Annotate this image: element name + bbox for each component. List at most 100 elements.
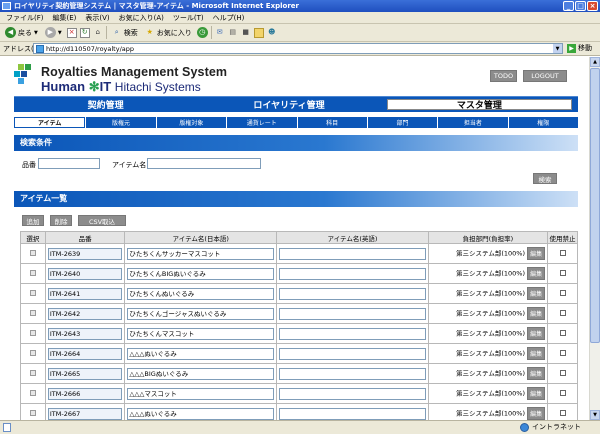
edit-dept-button[interactable]: 編集 (527, 347, 546, 360)
item-name-en-input[interactable] (279, 367, 426, 380)
edit-dept-button[interactable]: 編集 (527, 267, 546, 280)
disabled-checkbox[interactable] (559, 349, 566, 356)
row-dept-cell: 第三システム部(100%) 編集 (427, 303, 549, 324)
edit-icon[interactable]: ■ (241, 28, 251, 38)
print-icon[interactable]: ▤ (228, 28, 238, 38)
disabled-checkbox[interactable] (559, 269, 566, 276)
scroll-up-icon[interactable]: ▲ (590, 57, 600, 67)
home-icon[interactable]: ⌂ (93, 28, 103, 38)
code-search-input[interactable] (38, 158, 100, 169)
close-button[interactable]: × (587, 1, 598, 11)
disabled-checkbox[interactable] (559, 329, 566, 336)
row-dept-cell: 第三システム部(100%) 編集 (427, 403, 549, 420)
row-select-checkbox[interactable] (29, 389, 36, 396)
logout-button[interactable]: LOGOUT (523, 70, 567, 82)
back-button[interactable]: ◀ 戻る ▼ (3, 26, 40, 40)
row-select-checkbox[interactable] (29, 309, 36, 316)
disabled-checkbox[interactable] (559, 249, 566, 256)
subtab-permission[interactable]: 権限 (508, 117, 578, 128)
scroll-down-icon[interactable]: ▼ (590, 410, 600, 420)
row-select-checkbox[interactable] (29, 349, 36, 356)
row-name-en-cell (276, 243, 429, 264)
stop-icon[interactable]: × (66, 27, 77, 38)
row-select-checkbox[interactable] (29, 409, 36, 416)
tab-royalty[interactable]: ロイヤリティ管理 (197, 97, 380, 112)
edit-dept-button[interactable]: 編集 (527, 327, 546, 340)
item-name-ja-input[interactable]: ひたちくんぬいぐるみ (127, 287, 275, 300)
delete-button[interactable]: 削除 (50, 215, 72, 226)
menu-help[interactable]: ヘルプ(H) (213, 13, 245, 23)
menu-view[interactable]: 表示(V) (85, 13, 109, 23)
row-select-checkbox[interactable] (29, 269, 36, 276)
subtab-currency-rate[interactable]: 通貨レート (227, 117, 297, 128)
tab-master[interactable]: マスタ管理 (386, 99, 572, 111)
add-button[interactable]: 追加 (22, 215, 44, 226)
csv-import-button[interactable]: CSV取込 (78, 215, 126, 226)
forward-button[interactable]: ▶ ▼ (43, 26, 64, 40)
refresh-icon[interactable]: ↻ (79, 27, 90, 38)
row-select-checkbox[interactable] (29, 329, 36, 336)
item-name-ja-input[interactable]: ひたちくんBIGぬいぐるみ (127, 267, 275, 280)
disabled-checkbox[interactable] (559, 309, 566, 316)
edit-dept-button[interactable]: 編集 (527, 387, 546, 400)
subtab-item[interactable]: アイテム (14, 117, 86, 128)
edit-dept-button[interactable]: 編集 (527, 307, 546, 320)
row-name-en-cell (276, 283, 429, 304)
row-select-checkbox[interactable] (29, 249, 36, 256)
mail-icon[interactable]: ✉ (215, 28, 225, 38)
row-name-ja-cell: ひたちくんぬいぐるみ (124, 283, 278, 304)
menu-favorites[interactable]: お気に入り(A) (119, 13, 164, 23)
item-name-ja-input[interactable]: △△△ぬいぐるみ (127, 407, 275, 420)
item-name-en-input[interactable] (279, 287, 426, 300)
disabled-checkbox[interactable] (559, 389, 566, 396)
edit-dept-button[interactable]: 編集 (527, 367, 546, 380)
menu-edit[interactable]: 編集(E) (53, 13, 77, 23)
row-select-checkbox[interactable] (29, 369, 36, 376)
item-name-en-input[interactable] (279, 407, 426, 420)
item-name-search-input[interactable] (147, 158, 261, 169)
tab-contract[interactable]: 契約管理 (14, 97, 197, 112)
item-name-ja-input[interactable]: △△△BIGぬいぐるみ (127, 367, 275, 380)
disabled-checkbox[interactable] (559, 369, 566, 376)
subtab-account[interactable]: 科目 (297, 117, 367, 128)
item-name-ja-input[interactable]: ひたちくんマスコット (127, 327, 275, 340)
item-name-ja-input[interactable]: ひたちくんゴージャスぬいぐるみ (127, 307, 275, 320)
edit-dept-button[interactable]: 編集 (527, 407, 546, 420)
menu-tools[interactable]: ツール(T) (173, 13, 204, 23)
edit-dept-button[interactable]: 編集 (527, 287, 546, 300)
chevron-down-icon[interactable]: ▼ (553, 44, 562, 53)
menu-file[interactable]: ファイル(F) (6, 13, 44, 23)
item-name-en-input[interactable] (279, 307, 426, 320)
minimize-button[interactable]: _ (563, 1, 574, 11)
item-name-en-input[interactable] (279, 327, 426, 340)
address-input[interactable]: http://d110507/royalty/app ▼ (33, 43, 563, 54)
folder-icon[interactable] (253, 27, 264, 38)
item-name-ja-input[interactable]: △△△マスコット (127, 387, 275, 400)
todo-button[interactable]: TODO (490, 70, 517, 82)
item-name-en-input[interactable] (279, 387, 426, 400)
item-name-en-input[interactable] (279, 247, 426, 260)
search-button[interactable]: 検索 (533, 173, 557, 184)
item-code: ITM-2639 (47, 247, 123, 260)
item-name-ja-input[interactable]: △△△ぬいぐるみ (127, 347, 275, 360)
vertical-scrollbar[interactable]: ▲ ▼ (589, 57, 600, 420)
item-name-en-input[interactable] (279, 347, 426, 360)
subtab-staff[interactable]: 担当者 (438, 117, 508, 128)
star-icon: ★ (146, 28, 153, 36)
item-name-ja-input[interactable]: ひたちくんサッカーマスコット (127, 247, 275, 260)
item-name-en-input[interactable] (279, 267, 426, 280)
maximize-button[interactable]: □ (575, 1, 586, 11)
scroll-thumb[interactable] (590, 68, 600, 343)
row-select-checkbox[interactable] (29, 289, 36, 296)
go-button[interactable]: ▶ 移動 (567, 43, 592, 53)
disabled-checkbox[interactable] (559, 289, 566, 296)
messenger-icon[interactable]: ☻ (267, 28, 277, 38)
subtab-department[interactable]: 部門 (367, 117, 438, 128)
history-icon[interactable]: ◷ (196, 27, 208, 38)
subtab-licensor[interactable]: 版権元 (86, 117, 156, 128)
favorites-button[interactable]: ★ お気に入り (143, 26, 194, 40)
search-button[interactable]: ⌕ 検索 (110, 26, 140, 40)
subtab-license-target[interactable]: 版権対象 (156, 117, 227, 128)
edit-dept-button[interactable]: 編集 (527, 247, 546, 260)
disabled-checkbox[interactable] (559, 409, 566, 416)
